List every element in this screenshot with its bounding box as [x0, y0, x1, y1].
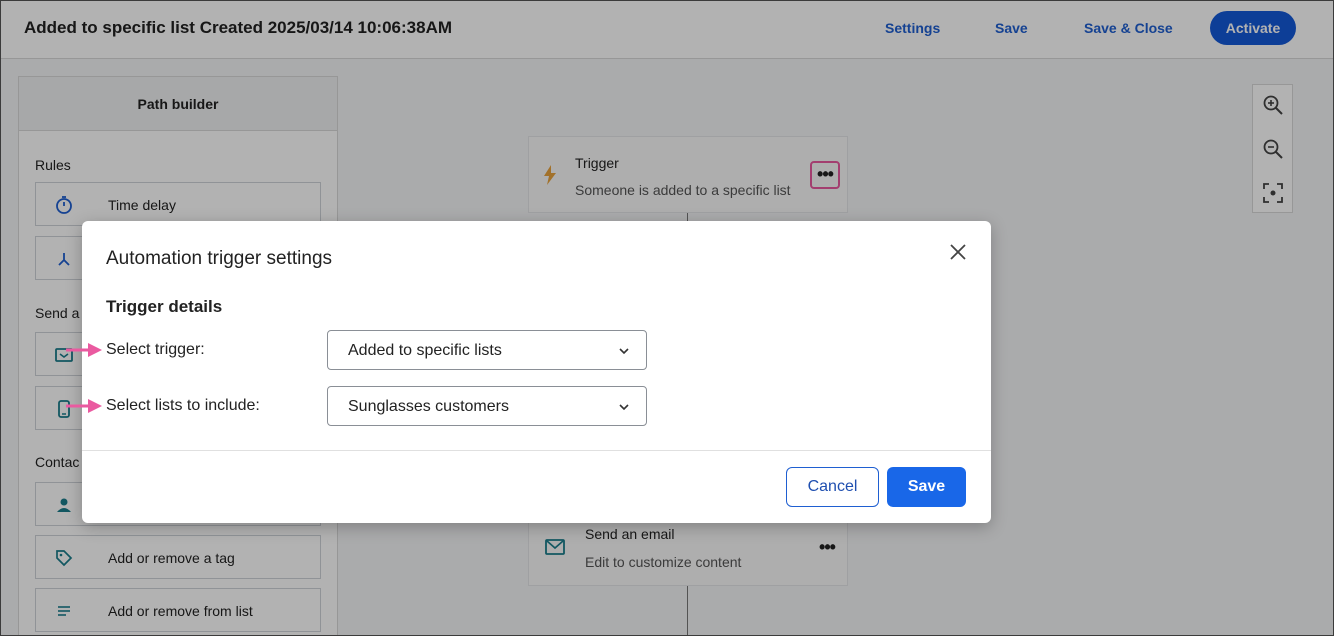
- select-trigger-value: Added to specific lists: [348, 342, 502, 359]
- select-trigger-label: Select trigger:: [106, 341, 205, 358]
- chevron-down-icon: [619, 404, 629, 411]
- automation-trigger-settings-dialog: Automation trigger settings Trigger deta…: [66, 221, 991, 523]
- select-lists-value: Sunglasses customers: [348, 398, 509, 415]
- select-trigger-dropdown[interactable]: Added to specific lists: [327, 330, 647, 370]
- arrow-right-icon: [66, 343, 102, 357]
- trigger-details-heading: Trigger details: [106, 297, 223, 316]
- save-button[interactable]: Save: [887, 467, 966, 507]
- close-icon[interactable]: [947, 241, 969, 263]
- select-lists-label: Select lists to include:: [106, 397, 260, 414]
- dialog-title: Automation trigger settings: [106, 248, 333, 269]
- arrow-right-icon: [66, 399, 102, 413]
- dialog-divider: [82, 450, 991, 451]
- select-lists-dropdown[interactable]: Sunglasses customers: [327, 386, 647, 426]
- cancel-button[interactable]: Cancel: [786, 467, 879, 507]
- chevron-down-icon: [619, 348, 629, 355]
